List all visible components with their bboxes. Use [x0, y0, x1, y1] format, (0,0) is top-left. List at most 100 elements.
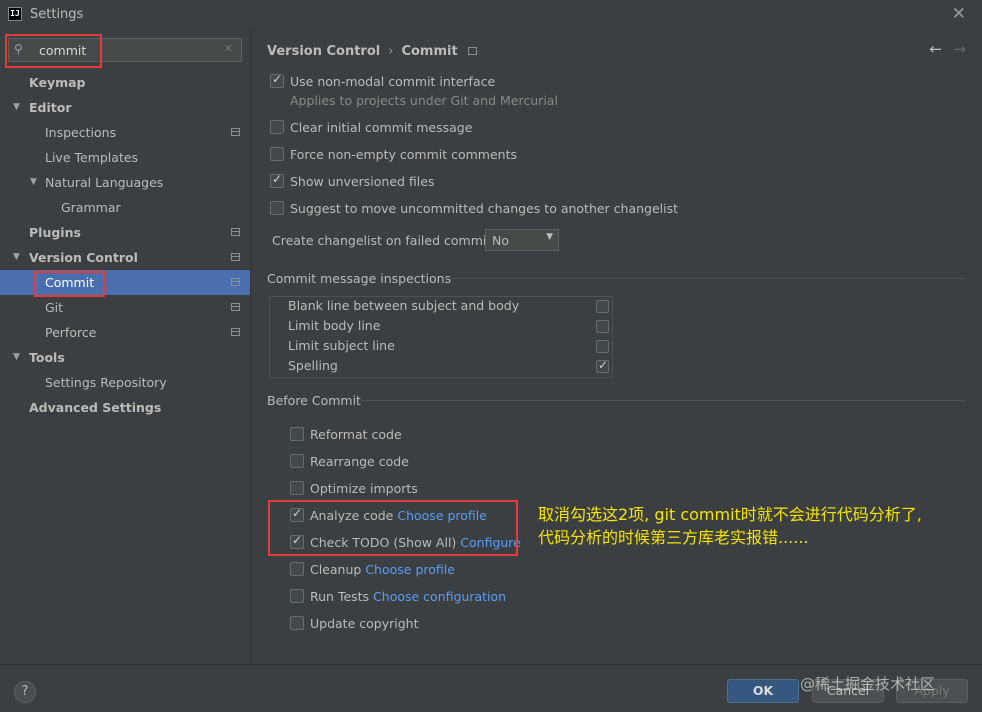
commit-highlight-box — [34, 271, 105, 297]
tree-item-version-control[interactable]: ▼ Version Control — [0, 245, 250, 270]
before-commit-group-title: Before Commit — [267, 393, 361, 408]
tree-item-label: Perforce — [45, 325, 97, 340]
ok-button[interactable]: OK — [727, 679, 799, 703]
tree-item-keymap[interactable]: Keymap — [0, 70, 250, 95]
chevron-down-icon[interactable]: ▼ — [13, 95, 20, 120]
cleanup-checkbox[interactable] — [290, 562, 304, 576]
inspection-row[interactable]: Limit body line — [270, 317, 614, 337]
window-title: Settings — [30, 7, 84, 22]
project-scope-icon — [231, 328, 240, 336]
tree-item-label: Inspections — [45, 125, 117, 140]
tree-item-plugins[interactable]: Plugins — [0, 220, 250, 245]
project-scope-icon — [467, 47, 477, 55]
inspection-label: Spelling — [288, 358, 338, 373]
annotation-line-1: 取消勾选这2项, git commit时就不会进行代码分析了, — [538, 505, 922, 524]
tree-item-editor[interactable]: ▼ Editor — [0, 95, 250, 120]
chevron-down-icon[interactable]: ▼ — [13, 345, 20, 370]
tree-item-label: Git — [45, 300, 64, 315]
create-changelist-label: Create changelist on failed commit: — [272, 233, 496, 248]
rearrange-code-checkbox[interactable] — [290, 454, 304, 468]
tree-item-label: Version Control — [29, 250, 138, 265]
inspection-checkbox[interactable] — [596, 340, 609, 353]
project-scope-icon — [231, 253, 240, 261]
tree-item-label: Editor — [29, 100, 72, 115]
intellij-icon: IJ — [8, 7, 22, 21]
tree-item-natural-languages[interactable]: ▼ Natural Languages — [0, 170, 250, 195]
tree-item-label: Live Templates — [45, 150, 139, 165]
inspection-row[interactable]: Spelling — [270, 357, 614, 377]
tree-item-settings-repository[interactable]: Settings Repository — [0, 370, 250, 395]
tree-item-grammar[interactable]: Grammar — [0, 195, 250, 220]
annotation-line-2: 代码分析的时候第三方库老实报错...... — [538, 528, 809, 547]
non-modal-hint: Applies to projects under Git and Mercur… — [290, 93, 558, 108]
help-icon[interactable]: ? — [14, 681, 36, 703]
tree-item-label: Tools — [29, 350, 65, 365]
commit-settings-panel: Version Control › Commit ← → Use non-modal… — [251, 30, 982, 664]
group-separator — [361, 400, 965, 401]
show-unversioned-checkbox[interactable] — [270, 172, 284, 188]
title-bar: IJ Settings ✕ — [0, 0, 982, 30]
option-label: Optimize imports — [310, 481, 418, 496]
chevron-down-icon: ▼ — [546, 232, 553, 242]
tree-item-label: Advanced Settings — [29, 400, 162, 415]
back-arrow-icon[interactable]: ← — [929, 40, 942, 58]
inspection-checkbox[interactable] — [596, 358, 609, 373]
inspection-checkbox[interactable] — [596, 320, 609, 333]
run-tests-label: Run Tests Choose configuration — [310, 589, 506, 604]
tree-item-label: Grammar — [61, 200, 121, 215]
tree-item-git[interactable]: Git — [0, 295, 250, 320]
create-changelist-value: No — [492, 233, 509, 248]
reformat-code-label: Reformat code — [310, 427, 402, 442]
breadcrumb-separator-icon: › — [388, 44, 394, 59]
update-copyright-checkbox[interactable] — [290, 616, 304, 630]
cleanup-choose-profile-link[interactable]: Choose profile — [365, 562, 455, 577]
tree-item-tools[interactable]: ▼ Tools — [0, 345, 250, 370]
chevron-down-icon[interactable]: ▼ — [13, 245, 20, 270]
project-scope-icon — [231, 278, 240, 286]
clear-initial-message-checkbox[interactable] — [270, 120, 284, 134]
dialog-footer: ? OK Cancel Apply @稀土掘金技术社区 — [0, 664, 982, 712]
tree-item-label: Settings Repository — [45, 375, 167, 390]
option-label: Cleanup — [310, 562, 362, 577]
option-label: Rearrange code — [310, 454, 409, 469]
project-scope-icon — [231, 303, 240, 311]
breadcrumb: Version Control › Commit — [267, 44, 477, 59]
watermark: @稀土掘金技术社区 — [800, 675, 936, 693]
inspection-row[interactable]: Blank line between subject and body — [270, 297, 614, 317]
breadcrumb-parent[interactable]: Version Control — [267, 44, 380, 59]
reformat-code-checkbox[interactable] — [290, 427, 304, 441]
chevron-down-icon[interactable]: ▼ — [30, 170, 37, 195]
inspection-checkbox[interactable] — [596, 300, 609, 313]
optimize-imports-label: Optimize imports — [310, 481, 418, 496]
tree-item-label: Plugins — [29, 225, 81, 240]
inspections-list: Blank line between subject and body Limi… — [269, 296, 613, 378]
force-nonempty-checkbox[interactable] — [270, 147, 284, 161]
optimize-imports-checkbox[interactable] — [290, 481, 304, 495]
clear-initial-message-label: Clear initial commit message — [290, 120, 473, 135]
suggest-move-label: Suggest to move uncommitted changes to a… — [290, 201, 679, 216]
cleanup-label: Cleanup Choose profile — [310, 562, 455, 577]
update-copyright-label: Update copyright — [310, 616, 418, 631]
forward-arrow-icon[interactable]: → — [953, 40, 966, 58]
inspections-group-title: Commit message inspections — [267, 271, 452, 286]
tree-item-perforce[interactable]: Perforce — [0, 320, 250, 345]
tree-item-label: Natural Languages — [45, 175, 164, 190]
tree-item-inspections[interactable]: Inspections — [0, 120, 250, 145]
suggest-move-checkbox[interactable] — [270, 201, 284, 215]
tree-item-live-templates[interactable]: Live Templates — [0, 145, 250, 170]
run-tests-choose-configuration-link[interactable]: Choose configuration — [373, 589, 506, 604]
run-tests-checkbox[interactable] — [290, 589, 304, 603]
before-commit-highlight-box — [268, 500, 518, 556]
create-changelist-select[interactable]: No ▼ — [485, 229, 559, 251]
option-label: Run Tests — [310, 589, 370, 604]
breadcrumb-current: Commit — [401, 44, 458, 59]
inspection-row[interactable]: Limit subject line — [270, 337, 614, 357]
project-scope-icon — [231, 128, 240, 136]
inspection-label: Blank line between subject and body — [288, 298, 520, 313]
non-modal-checkbox[interactable] — [270, 72, 284, 88]
clear-search-icon[interactable]: ✕ — [224, 42, 233, 55]
non-modal-label: Use non-modal commit interface — [290, 74, 496, 89]
tree-item-advanced-settings[interactable]: Advanced Settings — [0, 395, 250, 420]
close-icon[interactable]: ✕ — [952, 4, 966, 24]
rearrange-code-label: Rearrange code — [310, 454, 409, 469]
